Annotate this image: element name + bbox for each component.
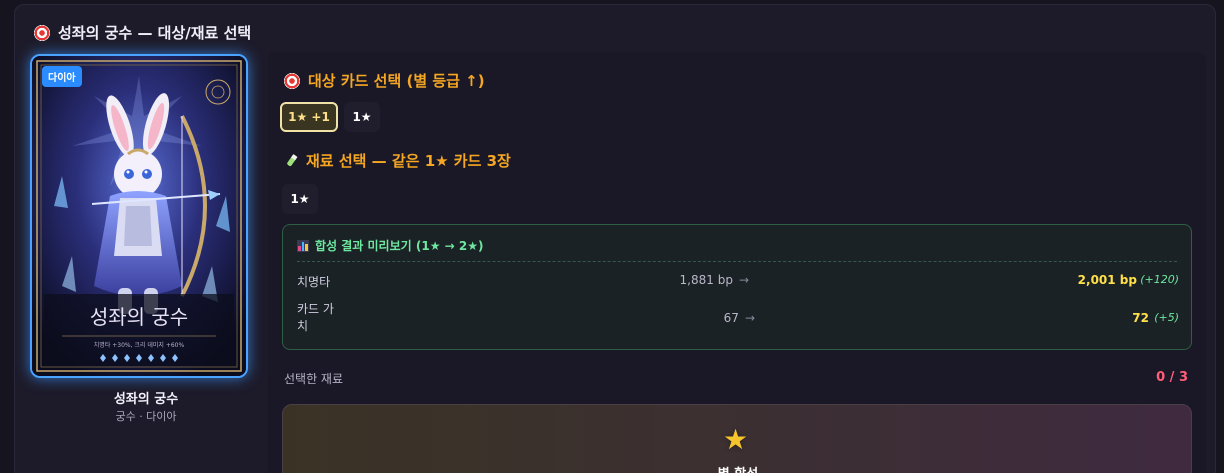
target-title-text: 대상 카드 선택 (별 등급 ↑) [308,72,485,90]
arrow-right-icon: → [738,273,749,287]
target-option-1star-plus1[interactable]: 1★ +1 [280,102,338,132]
material-title-text: 재료 선택 — 같은 1★ 카드 3장 [306,152,511,170]
material-section-title: 재료 선택 — 같은 1★ 카드 3장 [284,150,511,171]
preview-row-label: 치명타 [297,275,331,289]
card-subtitle: 궁수 · 다이아 [115,410,177,423]
preview-row-old: 1,881 bp → [680,273,749,287]
arrow-right-icon: → [744,311,755,325]
selected-materials-count: 0 / 3 [1156,370,1188,385]
star-synthesis-label: 별 합성 [283,463,1193,473]
preview-title-text: 합성 결과 미리보기 (1★ → 2★) [315,239,484,253]
target-section-title: 대상 카드 선택 (별 등급 ↑) [284,70,485,91]
card-preview-column: 성좌의 궁수 치명타 +30%, 크리 데미지 +60% 다이아 성좌의 궁수 … [26,52,266,473]
preview-divider [297,261,1177,262]
card-art-title: 성좌의 궁수 [90,305,188,329]
material-option-label: 1★ [290,192,310,206]
bar-chart-icon [297,239,309,252]
dart-target-icon [34,24,50,41]
card-name: 성좌의 궁수 [113,392,179,407]
synthesis-preview: 합성 결과 미리보기 (1★ → 2★) 치명타 1,881 bp → 2,001… [282,224,1192,350]
preview-row-label: 카드 가 치 [297,302,334,333]
rarity-badge: 다이아 [42,66,82,87]
test-tube-icon [287,153,298,166]
target-option-label: 1★ +1 [288,110,330,124]
preview-delta: (+120) [1140,273,1179,286]
material-option-1star[interactable]: 1★ [282,184,318,214]
card-artwork: 성좌의 궁수 치명타 +30%, 크리 데미지 +60% [32,56,246,376]
preview-row-old: 67 → [724,311,755,325]
star-synthesis-button[interactable]: ★ 별 합성 [282,404,1192,473]
selected-materials-label: 선택한 재료 [284,372,344,386]
target-option-1star[interactable]: 1★ [344,102,380,132]
selection-column: 대상 카드 선택 (별 등급 ↑) 1★ +1 1★ 재료 선택 — 같은 1★… [268,52,1206,473]
preview-old-value: 67 [723,311,739,325]
preview-title: 합성 결과 미리보기 (1★ → 2★) [297,237,483,254]
panel-title: 성좌의 궁수 — 대상/재료 선택 [34,22,251,43]
target-option-label: 1★ [352,110,372,124]
star-icon: ★ [723,423,749,456]
preview-old-value: 1,881 bp [679,273,733,287]
panel-title-text: 성좌의 궁수 — 대상/재료 선택 [58,24,252,42]
card-frame[interactable]: 성좌의 궁수 치명타 +30%, 크리 데미지 +60% 다이아 [30,54,248,378]
card-art-effect: 치명타 +30%, 크리 데미지 +60% [94,341,185,349]
preview-new-value: 2,001 bp [1077,273,1137,287]
dart-target-icon [284,72,300,89]
preview-delta: (+5) [1154,311,1179,324]
preview-new-value: 72 [1132,311,1149,325]
